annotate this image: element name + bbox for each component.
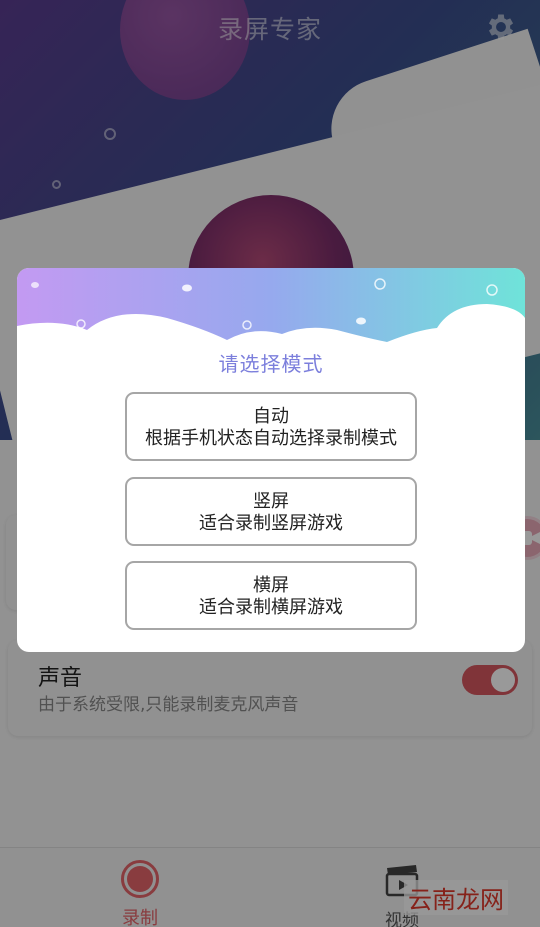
mode-name: 竖屏 (253, 491, 289, 512)
mode-portrait-button[interactable]: 竖屏 适合录制竖屏游戏 (125, 477, 417, 546)
mode-auto-button[interactable]: 自动 根据手机状态自动选择录制模式 (125, 392, 417, 461)
mode-name: 自动 (253, 406, 289, 427)
mode-description: 适合录制横屏游戏 (199, 597, 343, 618)
mode-select-dialog: 请选择模式 自动 根据手机状态自动选择录制模式 竖屏 适合录制竖屏游戏 横屏 适… (17, 268, 525, 652)
mode-description: 根据手机状态自动选择录制模式 (145, 428, 397, 449)
mode-landscape-button[interactable]: 横屏 适合录制横屏游戏 (125, 561, 417, 630)
mode-description: 适合录制竖屏游戏 (199, 513, 343, 534)
dialog-title: 请选择模式 (218, 352, 324, 376)
mode-name: 横屏 (253, 575, 289, 596)
